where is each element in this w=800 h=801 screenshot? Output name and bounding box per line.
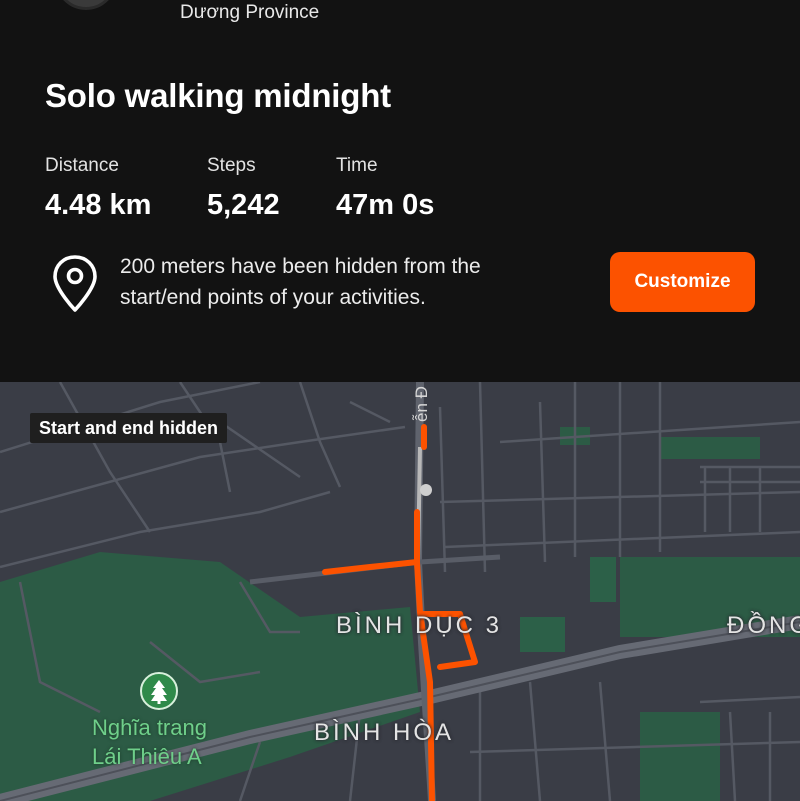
map-label-dong: ĐỒNG (727, 612, 800, 639)
start-end-hidden-badge: Start and end hidden (30, 413, 228, 443)
stat-value: 4.48 km (45, 189, 152, 221)
tree-icon (140, 672, 178, 710)
privacy-notice-line: 200 meters have been hidden from the (120, 255, 481, 278)
activity-title: Solo walking midnight (45, 77, 391, 114)
stat-value: 47m 0s (336, 189, 435, 221)
stat-distance: Distance 4.48 km (45, 155, 151, 222)
activity-header: Dương Province Solo walking midnight Dis… (0, 0, 800, 382)
park-area (590, 557, 616, 602)
activity-location: Dương Province (180, 2, 320, 23)
park-area (640, 712, 720, 801)
stat-time: Time 47m 0s (336, 155, 434, 222)
map-label-binh-duc: BÌNH DỤC 3 (336, 612, 503, 639)
privacy-notice: 200 meters have been hidden from the sta… (120, 251, 570, 313)
street-label: ễn Đ (412, 386, 431, 422)
customize-button[interactable]: Customize (610, 252, 755, 312)
stat-label: Distance (45, 155, 119, 176)
stat-label: Time (336, 155, 378, 176)
stat-value: 5,242 (207, 189, 280, 221)
avatar[interactable] (55, 0, 117, 10)
stat-label: Steps (207, 155, 256, 176)
stat-steps: Steps 5,242 (207, 155, 280, 222)
location-pin-icon (53, 255, 97, 312)
park-area (660, 437, 760, 459)
route-marker-icon (420, 484, 432, 496)
tree-icon-glyph (151, 680, 167, 704)
side-street (249, 554, 501, 585)
park-area (520, 617, 565, 652)
cemetery-name-line: Lái Thiêu A (92, 744, 202, 769)
cemetery-name-line: Nghĩa trang (92, 715, 207, 740)
privacy-notice-line: start/end points of your activities. (120, 286, 426, 309)
map-label-binh-hoa: BÌNH HÒA (314, 719, 455, 746)
map-label-cemetery: Nghĩa trang Lái Thiêu A (92, 713, 242, 771)
